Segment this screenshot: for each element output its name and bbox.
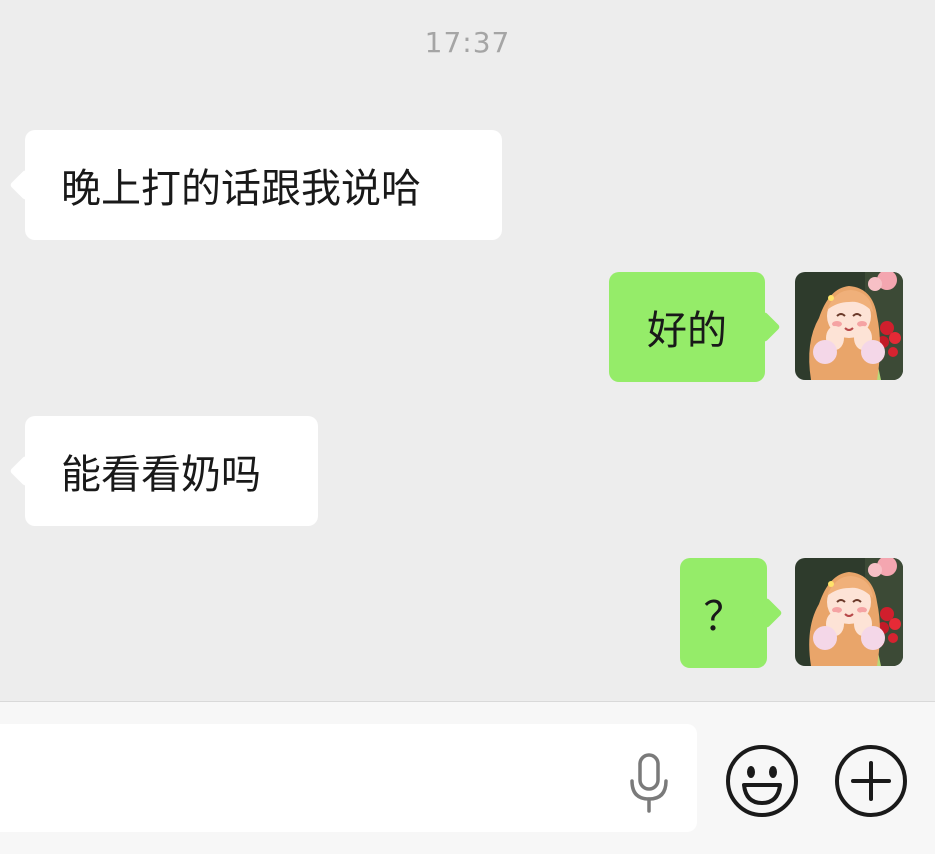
message-text: 晚上打的话跟我说哈 bbox=[61, 166, 421, 212]
outgoing-message-bubble[interactable]: 好的 bbox=[609, 272, 765, 382]
message-input[interactable] bbox=[0, 724, 697, 832]
plus-circle-icon[interactable] bbox=[833, 743, 909, 819]
avatar-image bbox=[795, 272, 903, 380]
my-avatar[interactable] bbox=[795, 558, 903, 666]
message-timestamp: 17:37 bbox=[424, 26, 511, 59]
my-avatar[interactable] bbox=[795, 272, 903, 380]
avatar-image bbox=[795, 558, 903, 666]
message-text: 能看看奶吗 bbox=[61, 452, 261, 498]
message-text: 好的 bbox=[647, 308, 727, 354]
incoming-message-bubble[interactable]: 能看看奶吗 bbox=[25, 416, 318, 526]
smiley-face-icon[interactable] bbox=[724, 743, 800, 819]
message-text: ？ bbox=[703, 594, 744, 640]
outgoing-message-bubble[interactable]: ？ bbox=[680, 558, 767, 668]
message-list[interactable]: 17:37 晚上打的话跟我说哈 好的 能看看奶吗 ？ bbox=[0, 0, 935, 701]
input-bar bbox=[0, 701, 935, 854]
incoming-message-bubble[interactable]: 晚上打的话跟我说哈 bbox=[25, 130, 502, 240]
microphone-icon[interactable] bbox=[626, 753, 672, 813]
chat-screen: 17:37 晚上打的话跟我说哈 好的 能看看奶吗 ？ bbox=[0, 0, 935, 854]
